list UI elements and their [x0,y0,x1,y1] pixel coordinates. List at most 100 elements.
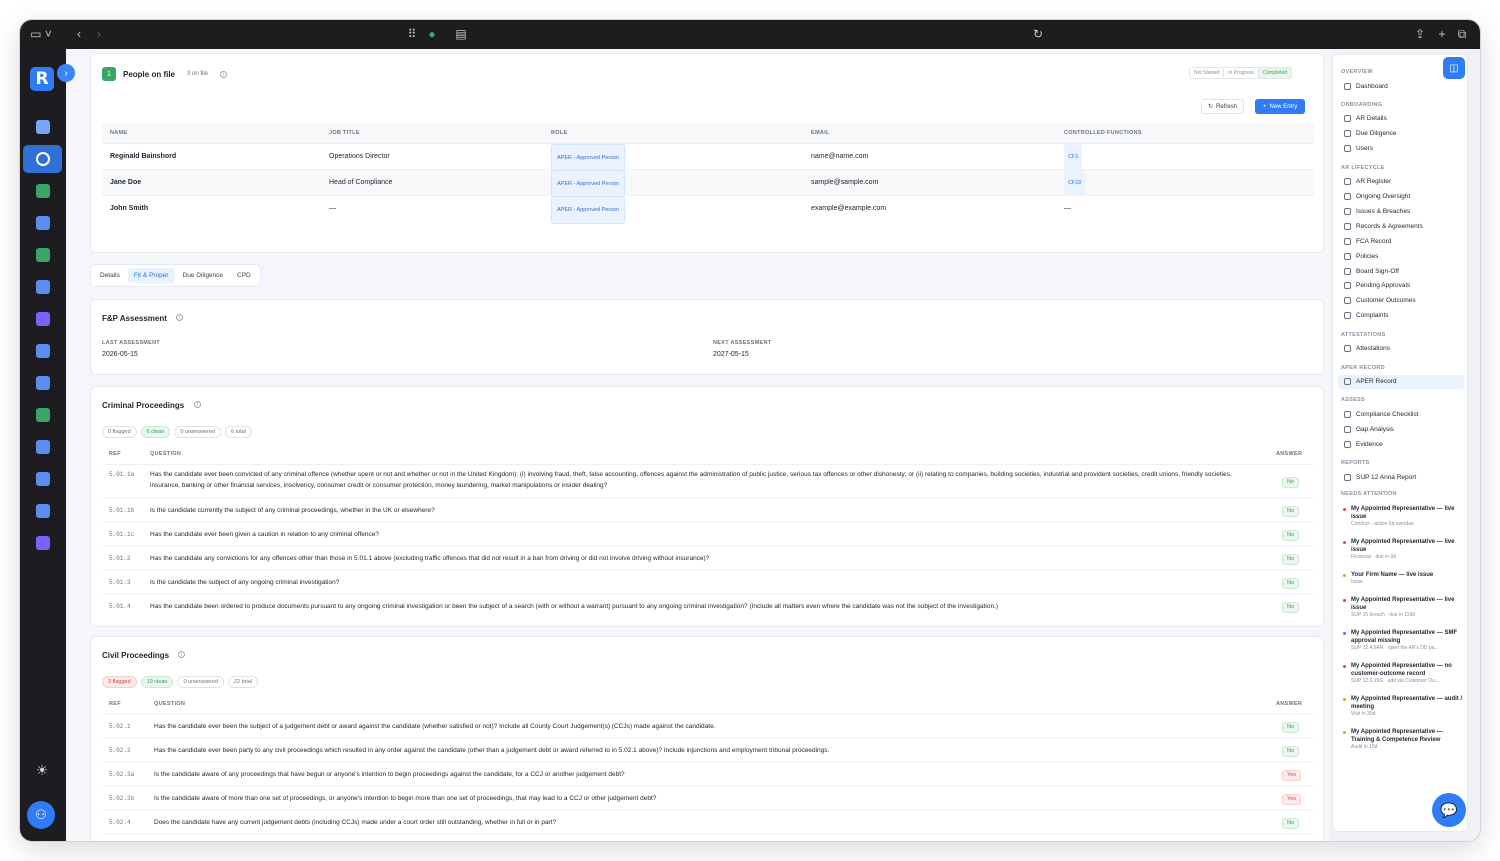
theme-toggle-icon[interactable]: ☀ [34,762,50,778]
status-segment[interactable]: Not Started In Progress Completed [1189,67,1293,79]
user-avatar[interactable]: ⚇ [27,801,55,829]
extension-icon[interactable]: ● [426,26,438,42]
table-row[interactable]: John Smith — APER - Approved Person example… [102,195,1314,224]
info-icon[interactable]: i [220,71,227,78]
sidebar-item-attestations[interactable]: Attestations [1338,342,1464,356]
answer-badge[interactable]: Yes [1282,793,1301,805]
panel-toggle-button[interactable]: ◫ [1443,57,1465,79]
attention-item[interactable]: My Appointed Representative — live issue… [1343,538,1463,563]
tab-due-diligence[interactable]: Due Diligence [177,268,229,283]
sidebar-item-ar-register[interactable]: AR Register [1338,175,1464,189]
sidebar-item-compliance-checklist[interactable]: Compliance Checklist [1338,407,1464,421]
sidebar-item-dashboard[interactable]: Dashboard [1338,79,1464,93]
role-badge: APER - Approved Person [551,170,626,198]
total-chip[interactable]: 6 total [224,426,252,438]
rail-shield-check[interactable] [23,241,62,269]
clean-chip[interactable]: 19 clean [140,676,174,688]
sidebar-item-ar-details[interactable]: AR Details [1338,112,1464,126]
rail-list[interactable] [23,529,62,557]
reload-icon[interactable]: ↻ [1032,26,1044,42]
rail-monitor[interactable] [23,497,62,525]
sidebar-item-users[interactable]: Users [1338,142,1464,156]
rail-people[interactable] [23,113,62,141]
sidebar-item-due-diligence[interactable]: Due Diligence [1338,127,1464,141]
answer-badge[interactable]: No [1282,817,1300,829]
answer-badge[interactable]: No [1282,745,1300,757]
answer-badge[interactable]: No [1282,505,1300,517]
answer-badge[interactable]: Yes [1282,769,1301,781]
table-row[interactable]: Jane Doe Head of Compliance APER - Approve… [102,169,1314,198]
info-icon[interactable]: i [194,401,201,408]
unanswered-chip[interactable]: 0 unanswered [177,676,224,688]
info-icon[interactable]: i [176,314,183,321]
question-text: Has the candidate ever been party to any… [154,747,830,754]
attention-item[interactable]: Your Firm Name — live issue Issue [1343,571,1463,588]
rail-shield[interactable] [23,209,62,237]
new-tab-icon[interactable]: + [1436,26,1448,42]
refresh-button[interactable]: ↻ Refresh [1201,99,1245,114]
person-name[interactable]: Reginald Bainshord [110,144,176,170]
attention-item[interactable]: My Appointed Representative — live issue… [1343,596,1463,621]
attention-item[interactable]: My Appointed Representative — SMF approv… [1343,629,1463,654]
tabs-overview-icon[interactable]: ⧉ [1456,26,1468,42]
status-in-progress[interactable]: In Progress [1224,68,1259,78]
sidebar-item-policies[interactable]: Policies [1338,249,1464,263]
person-name[interactable]: John Smith [110,196,148,222]
info-icon[interactable]: i [178,651,185,658]
attention-item[interactable]: My Appointed Representative — no custome… [1343,662,1463,687]
sidebar-item-issues-breaches[interactable]: Issues & Breaches [1338,204,1464,218]
sidebar-item-ongoing-oversight[interactable]: Ongoing Oversight [1338,190,1464,204]
navigation-panel: ◫ OVERVIEW Dashboard ONBOARDING AR Details D… [1332,54,1468,832]
tab-cpd[interactable]: CPD [231,268,257,283]
tab-details[interactable]: Details [94,268,126,283]
rail-target[interactable] [23,273,62,301]
answer-badge[interactable]: No [1282,529,1300,541]
flagged-chip[interactable]: 3 flagged [102,676,137,688]
rail-calendar[interactable] [23,305,62,333]
table-row[interactable]: Reginald Bainshord Operations Director APE… [102,143,1314,172]
address-bar[interactable] [450,25,1050,44]
attention-item[interactable]: My Appointed Representative — Training &… [1343,728,1463,753]
rail-document[interactable] [23,177,62,205]
answer-badge[interactable]: No [1282,721,1300,733]
sidebar-item-complaints[interactable]: Complaints [1338,309,1464,323]
tab-fit-proper[interactable]: Fit & Proper [127,268,175,283]
new-entry-button[interactable]: + New Entry [1255,99,1306,114]
answer-badge[interactable]: No [1282,601,1300,613]
sidebar-item-evidence[interactable]: Evidence [1338,437,1464,451]
sidebar-item-aper-record[interactable]: APER Record [1338,374,1464,389]
unanswered-chip[interactable]: 0 unanswered [174,426,221,438]
person-name[interactable]: Jane Doe [110,170,141,196]
attention-item[interactable]: My Appointed Representative — live issue… [1343,505,1463,530]
sidebar-item-records-agreements[interactable]: Records & Agreements [1338,219,1464,233]
sidebar-item-board-sign-off[interactable]: Board Sign-Off [1338,264,1464,278]
sidebar-item-gap-analysis[interactable]: Gap Analysis [1338,422,1464,436]
rail-dashboard[interactable] [23,465,62,493]
rail-card[interactable] [23,401,62,429]
app-logo[interactable]: R [30,67,54,91]
collapse-rail-button[interactable]: › [57,64,75,82]
total-chip[interactable]: 22 total [228,676,259,688]
clean-chip[interactable]: 6 clean [140,426,171,438]
flagged-chip[interactable]: 0 flagged [102,426,137,438]
sidebar-item-pending-approvals[interactable]: Pending Approvals [1338,279,1464,293]
answer-badge[interactable]: No [1282,476,1300,488]
sidebar-toggle-icon[interactable]: ▭ ˅ [30,26,52,42]
forward-icon[interactable]: › [94,26,104,42]
back-icon[interactable]: ‹ [74,26,84,42]
share-icon[interactable]: ⇪ [1414,26,1426,42]
status-completed[interactable]: Completed [1258,68,1292,78]
attention-item[interactable]: My Appointed Representative — audit / me… [1343,695,1463,720]
rail-lock-shield[interactable] [23,337,62,365]
rail-report[interactable] [23,369,62,397]
rail-building[interactable] [23,433,62,461]
rail-network[interactable] [23,145,62,173]
answer-badge[interactable]: No [1282,553,1300,565]
sidebar-item-sup-12-anna-report[interactable]: SUP 12 Anna Report [1338,470,1464,484]
status-not-started[interactable]: Not Started [1190,68,1225,78]
apps-grid-icon[interactable]: ⠿ [406,26,418,42]
answer-badge[interactable]: No [1282,577,1300,589]
sidebar-item-fca-record[interactable]: FCA Record [1338,234,1464,248]
chat-button[interactable]: 💬 [1432,793,1466,827]
sidebar-item-customer-outcomes[interactable]: Customer Outcomes [1338,294,1464,308]
